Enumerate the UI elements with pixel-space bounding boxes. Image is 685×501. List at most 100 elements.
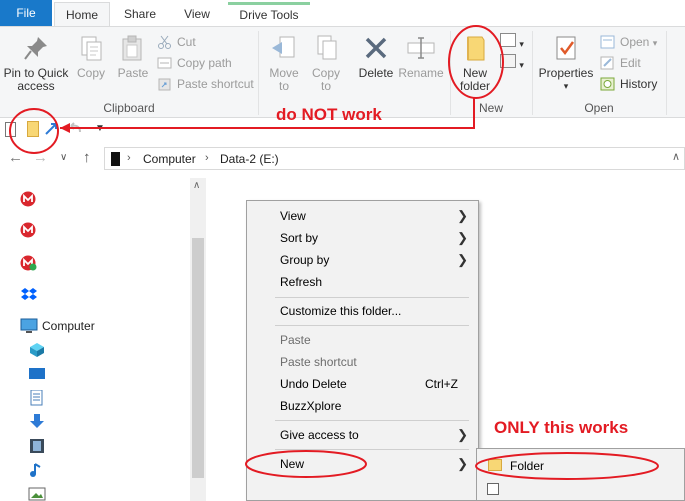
new-group-label: New xyxy=(478,101,503,115)
paste-icon xyxy=(118,33,148,63)
chevron-right-icon: ❯ xyxy=(457,456,468,471)
menu-item-view[interactable]: View ❯ xyxy=(247,205,478,227)
nav-computer-label[interactable]: Computer xyxy=(42,319,95,333)
computer-icon[interactable] xyxy=(20,318,38,334)
menu-item-refresh[interactable]: Refresh xyxy=(247,271,478,293)
folder-icon xyxy=(460,33,490,63)
chevron-right-icon: ❯ xyxy=(457,208,468,223)
forward-arrow-icon[interactable]: → xyxy=(33,149,48,166)
scroll-up-chevron-icon[interactable]: ∧ xyxy=(193,180,200,191)
chevron-down-icon: ▾ xyxy=(519,39,524,49)
videos-icon[interactable] xyxy=(28,438,46,454)
rename-button[interactable]: Rename xyxy=(398,33,444,80)
tab-home[interactable]: Home xyxy=(54,2,110,28)
nav-pane-scrollbar[interactable]: ∧ xyxy=(190,178,206,501)
history-button[interactable]: History xyxy=(600,75,657,93)
new-folder-label-2: folder xyxy=(459,79,491,93)
customize-qat-chevron-icon[interactable]: ▼ xyxy=(95,123,105,134)
menu-item-undo-delete[interactable]: Undo Delete Ctrl+Z xyxy=(247,373,478,395)
paste-shortcut-button[interactable]: Paste shortcut xyxy=(157,75,254,93)
edit-button[interactable]: Edit xyxy=(600,54,641,72)
tab-view[interactable]: View xyxy=(170,2,224,27)
chevron-right-icon: ❯ xyxy=(457,230,468,245)
menu-item-customize-folder[interactable]: Customize this folder... xyxy=(247,300,478,322)
menu-item-give-access[interactable]: Give access to ❯ xyxy=(247,424,478,446)
menu-item-paste[interactable]: Paste xyxy=(247,329,478,351)
menu-separator xyxy=(275,297,469,298)
move-to-icon xyxy=(269,33,299,63)
downloads-icon[interactable] xyxy=(28,414,46,430)
dropbox-icon[interactable] xyxy=(20,287,38,303)
copy-icon xyxy=(76,33,106,63)
pin-to-quick-access-button[interactable]: Pin to Quick access xyxy=(2,33,70,93)
open-button[interactable]: Open ▾ xyxy=(600,33,657,51)
documents-icon[interactable] xyxy=(28,389,46,406)
move-to-button[interactable]: Move to xyxy=(264,33,304,93)
new-folder-qat-icon[interactable] xyxy=(27,121,39,137)
mega-icon[interactable] xyxy=(20,222,38,238)
copy-path-button[interactable]: Copy path xyxy=(157,54,232,72)
undo-icon[interactable] xyxy=(68,120,82,137)
up-arrow-icon[interactable]: ↑ xyxy=(83,149,91,166)
desktop-icon[interactable] xyxy=(28,366,46,382)
paste-shortcut-label: Paste shortcut xyxy=(177,77,254,91)
breadcrumb-drive[interactable]: Data-2 (E:) xyxy=(220,152,279,166)
menu-item-group-by[interactable]: Group by ❯ xyxy=(247,249,478,271)
pin-icon xyxy=(21,33,51,63)
chevron-down-icon: ▾ xyxy=(652,38,658,48)
easy-access-button[interactable]: ▾ xyxy=(500,54,524,72)
tab-share[interactable]: Share xyxy=(112,2,168,27)
content-scroll-up-chevron-icon[interactable]: ∧ xyxy=(672,150,680,163)
new-folder-button[interactable]: New folder xyxy=(454,33,496,93)
chevron-right-icon: ❯ xyxy=(457,252,468,267)
menu-item-paste-shortcut[interactable]: Paste shortcut xyxy=(247,351,478,373)
address-bar-row: ← → ∨ ↑ › Computer › Data-2 (E:) xyxy=(0,146,685,172)
delete-x-icon xyxy=(361,33,391,63)
paste-label: Paste xyxy=(117,66,149,80)
recent-locations-chevron-icon[interactable]: ∨ xyxy=(60,152,67,163)
properties-qat-icon[interactable] xyxy=(44,120,58,137)
scrollbar-thumb[interactable] xyxy=(192,238,204,478)
menu-item-undo-delete-label: Undo Delete xyxy=(280,377,347,391)
copy-to-button[interactable]: Copy to xyxy=(306,33,346,93)
address-bar[interactable]: › Computer › Data-2 (E:) xyxy=(104,147,685,170)
open-icon xyxy=(600,35,615,49)
breadcrumb-computer[interactable]: Computer xyxy=(143,152,196,166)
shortcut-icon xyxy=(487,483,499,495)
copy-path-label: Copy path xyxy=(177,56,232,70)
breadcrumb-separator-icon[interactable]: › xyxy=(205,152,209,164)
menu-item-new[interactable]: New ❯ xyxy=(247,453,478,475)
edit-label: Edit xyxy=(620,56,641,70)
paste-button[interactable]: Paste xyxy=(114,33,152,80)
new-item-button[interactable]: ▾ xyxy=(500,33,524,51)
menu-item-give-access-label: Give access to xyxy=(280,428,359,442)
music-icon[interactable] xyxy=(28,462,46,478)
group-divider xyxy=(258,31,259,115)
cut-button[interactable]: Cut xyxy=(157,33,196,51)
menu-item-sort-by[interactable]: Sort by ❯ xyxy=(247,227,478,249)
folder-icon xyxy=(488,459,502,471)
menu-item-new-label: New xyxy=(280,457,305,471)
menu-item-buzzxplore[interactable]: BuzzXplore xyxy=(247,395,478,417)
delete-label: Delete xyxy=(358,66,394,80)
submenu-item-folder[interactable]: Folder xyxy=(478,455,683,477)
chevron-right-icon: ❯ xyxy=(457,427,468,442)
3d-objects-icon[interactable] xyxy=(28,342,46,358)
rename-icon xyxy=(406,33,436,63)
chevron-down-icon: ▾ xyxy=(519,60,524,70)
back-arrow-icon[interactable]: ← xyxy=(8,149,23,166)
tab-drive-tools[interactable]: Drive Tools xyxy=(228,2,310,27)
delete-button[interactable]: Delete xyxy=(356,33,396,80)
properties-button[interactable]: Properties ▾ xyxy=(537,33,595,93)
move-to-label-2: to xyxy=(278,79,289,93)
tab-file[interactable]: File xyxy=(0,0,52,27)
easy-access-icon xyxy=(500,54,516,68)
pictures-icon[interactable] xyxy=(28,486,46,501)
mega-icon[interactable] xyxy=(20,191,38,207)
breadcrumb-separator-icon[interactable]: › xyxy=(127,152,131,164)
open-label: Open xyxy=(620,35,650,49)
rename-label: Rename xyxy=(398,66,444,80)
copy-button[interactable]: Copy xyxy=(72,33,110,80)
mega-synced-icon[interactable] xyxy=(20,255,38,271)
group-divider xyxy=(666,31,667,115)
